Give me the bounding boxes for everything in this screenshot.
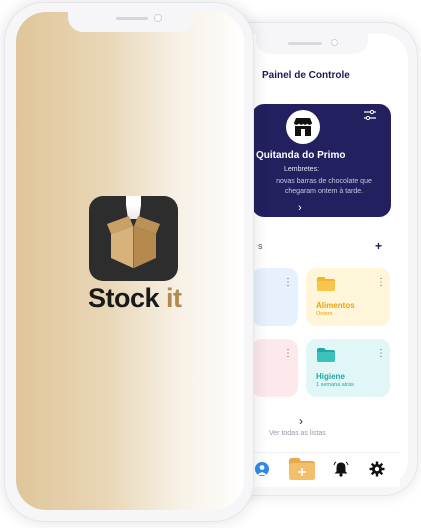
splash-speaker (116, 17, 148, 20)
folder-icon (317, 277, 335, 291)
add-list-button[interactable]: + (375, 239, 382, 253)
section-title: s (258, 241, 263, 251)
more-vertical-icon[interactable]: ⋮ (376, 278, 386, 288)
app-name: Stock it (88, 283, 182, 314)
dashboard-speaker (288, 42, 322, 45)
splash-camera (154, 14, 162, 22)
splash-notch (68, 12, 194, 32)
list-tile-partial-pink[interactable]: ⋮ (252, 339, 298, 397)
chevron-right-icon[interactable]: › (299, 414, 303, 428)
bell-icon[interactable] (333, 461, 349, 477)
app-name-accent: it (166, 283, 182, 313)
app-name-main: Stock (88, 283, 167, 313)
store-name: Quitanda do Primo (256, 150, 346, 161)
list-subtitle: 1 semana atrás (316, 382, 354, 388)
more-vertical-icon[interactable]: ⋮ (376, 349, 386, 359)
reminders-label: Lembretes: (284, 166, 320, 173)
page-title: Painel de Controle (262, 70, 350, 81)
list-name: Higiene (316, 372, 345, 381)
more-vertical-icon[interactable]: ⋮ (283, 278, 293, 288)
open-box-logo-icon (89, 196, 178, 281)
storefront-icon (286, 110, 320, 144)
chevron-right-icon[interactable]: › (298, 202, 302, 214)
list-name: Alimentos (316, 301, 355, 310)
see-all-lists-link[interactable]: Ver todas as listas (269, 430, 326, 437)
list-tile-partial-blue[interactable]: ⋮ (252, 268, 298, 326)
dashboard-camera (331, 39, 338, 46)
folder-icon (317, 348, 335, 362)
user-icon[interactable] (255, 462, 269, 476)
more-vertical-icon[interactable]: ⋮ (283, 349, 293, 359)
filter-icon[interactable] (363, 109, 377, 121)
reminder-text: novas barras de chocolate que chegaram o… (276, 178, 372, 195)
list-subtitle: Ontem (316, 311, 333, 317)
gear-icon[interactable] (369, 461, 385, 477)
add-folder-icon[interactable] (289, 458, 315, 480)
